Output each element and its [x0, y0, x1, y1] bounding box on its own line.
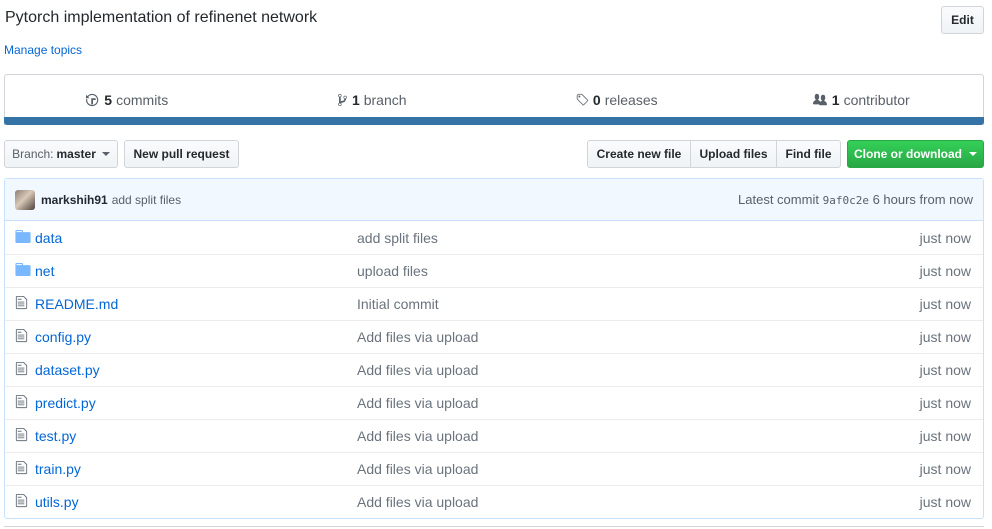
file-icon: [5, 427, 35, 445]
caret-down-icon: [969, 152, 977, 156]
commits-label: commits: [116, 92, 169, 108]
file-name-link[interactable]: data: [35, 230, 357, 246]
upload-files-button[interactable]: Upload files: [690, 140, 776, 168]
file-icon: [5, 361, 35, 379]
file-name-link[interactable]: utils.py: [35, 494, 357, 510]
manage-topics-link[interactable]: Manage topics: [4, 43, 82, 57]
tag-icon: [575, 93, 589, 107]
file-row: test.py Add files via upload just now: [5, 419, 983, 452]
file-age: just now: [919, 395, 971, 411]
file-commit-message-link[interactable]: Initial commit: [357, 296, 873, 312]
file-icon: [5, 493, 35, 511]
divider: [4, 526, 984, 527]
caret-down-icon: [101, 152, 110, 156]
file-name-link[interactable]: net: [35, 263, 357, 279]
file-row: train.py Add files via upload just now: [5, 452, 983, 485]
latest-commit-info: Latest commit 9af0c2e 6 hours from now: [738, 192, 973, 207]
file-commit-message-link[interactable]: add split files: [357, 230, 873, 246]
avatar[interactable]: [15, 189, 35, 210]
file-name-link[interactable]: README.md: [35, 296, 357, 312]
history-icon: [86, 93, 100, 107]
file-age: just now: [919, 296, 971, 312]
latest-commit-label: Latest commit: [738, 192, 819, 207]
releases-count: 0: [592, 92, 601, 108]
commit-tease: markshih91 add split files Latest commit…: [5, 179, 983, 221]
file-age: just now: [919, 461, 971, 477]
file-name-link[interactable]: train.py: [35, 461, 357, 477]
file-name-link[interactable]: dataset.py: [35, 362, 357, 378]
file-icon: [5, 394, 35, 412]
file-rows: data add split files just now net upload…: [5, 221, 983, 518]
file-row: dataset.py Add files via upload just now: [5, 353, 983, 386]
file-name-link[interactable]: config.py: [35, 329, 357, 345]
folder-icon: [5, 229, 35, 246]
file-commit-message-link[interactable]: Add files via upload: [357, 461, 873, 477]
file-row: utils.py Add files via upload just now: [5, 485, 983, 518]
file-row: net upload files just now: [5, 254, 983, 287]
file-age: just now: [919, 362, 971, 378]
edit-description-button[interactable]: Edit: [941, 6, 984, 34]
file-age: just now: [919, 229, 971, 246]
new-pull-request-button[interactable]: New pull request: [124, 140, 239, 168]
file-commit-message-link[interactable]: Add files via upload: [357, 395, 873, 411]
repo-description: Pytorch implementation of refinenet netw…: [5, 9, 318, 26]
file-icon: [5, 328, 35, 346]
file-commit-message-link[interactable]: Add files via upload: [357, 362, 873, 378]
file-actions-group: Create new file Upload files Find file: [587, 140, 841, 168]
file-age: just now: [919, 494, 971, 510]
file-age: just now: [919, 329, 971, 345]
file-row: data add split files just now: [5, 221, 983, 254]
file-age: just now: [919, 263, 971, 279]
commits-count: 5: [104, 92, 113, 108]
file-row: config.py Add files via upload just now: [5, 320, 983, 353]
file-name-link[interactable]: predict.py: [35, 395, 357, 411]
commit-message-link[interactable]: add split files: [112, 193, 181, 207]
file-commit-message-link[interactable]: upload files: [357, 263, 873, 279]
releases-label: releases: [604, 92, 658, 108]
clone-or-download-button[interactable]: Clone or download: [847, 140, 984, 168]
organization-icon: [812, 93, 828, 107]
branch-name: master: [56, 147, 96, 161]
file-age: just now: [919, 428, 971, 444]
contributors-count: 1: [831, 92, 840, 108]
file-name-link[interactable]: test.py: [35, 428, 357, 444]
commit-sha-link[interactable]: 9af0c2e: [823, 194, 869, 207]
file-list: markshih91 add split files Latest commit…: [4, 178, 984, 519]
language-bar[interactable]: [4, 117, 984, 125]
find-file-button[interactable]: Find file: [776, 140, 841, 168]
file-commit-message-link[interactable]: Add files via upload: [357, 428, 873, 444]
file-icon: [5, 460, 35, 478]
clone-label: Clone or download: [854, 147, 962, 161]
folder-icon: [5, 263, 35, 279]
file-commit-message-link[interactable]: Add files via upload: [357, 494, 873, 510]
file-commit-message-link[interactable]: Add files via upload: [357, 329, 873, 345]
branch-select-button[interactable]: Branch: master: [4, 140, 118, 168]
create-new-file-button[interactable]: Create new file: [587, 140, 690, 168]
git-branch-icon: [337, 93, 348, 107]
branches-count: 1: [351, 92, 360, 108]
commit-time: 6 hours from now: [872, 192, 973, 207]
commit-author-link[interactable]: markshih91: [41, 193, 108, 207]
file-icon: [5, 295, 35, 313]
branches-label: branch: [363, 92, 407, 108]
file-row: README.md Initial commit just now: [5, 287, 983, 320]
branch-prefix: Branch:: [12, 147, 54, 161]
file-row: predict.py Add files via upload just now: [5, 386, 983, 419]
contributors-label: contributor: [843, 92, 910, 108]
